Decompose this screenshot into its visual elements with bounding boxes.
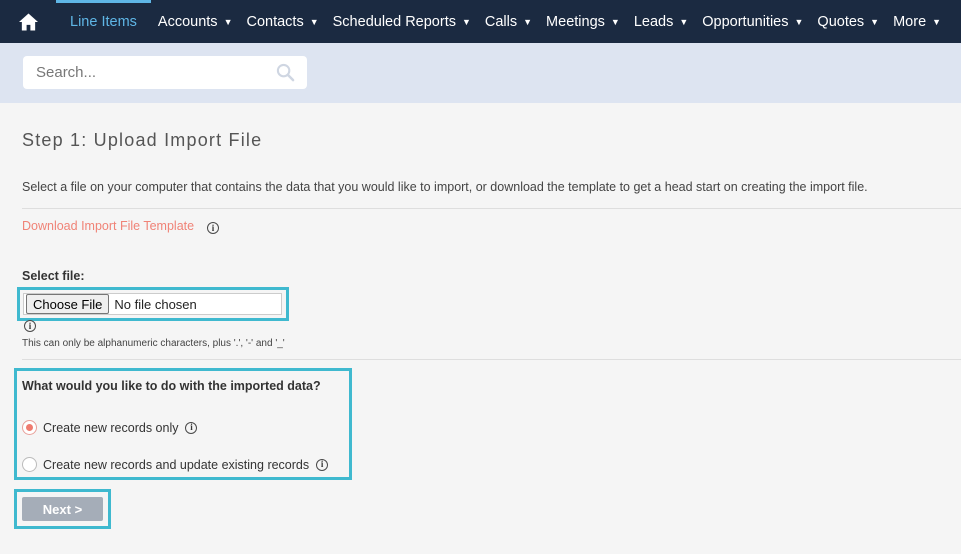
chevron-down-icon: ▼ [870, 16, 880, 27]
file-picker-highlight: Choose File No file chosen [17, 287, 289, 321]
top-navigation: Line Items Accounts ▼ Contacts ▼ Schedul… [0, 0, 961, 43]
import-question: What would you like to do with the impor… [22, 379, 321, 393]
download-template-link[interactable]: Download Import File Template [22, 219, 194, 233]
chevron-down-icon: ▼ [794, 16, 804, 27]
nav-item-label: Accounts [157, 13, 218, 30]
search-input[interactable] [23, 64, 263, 81]
file-input: Choose File No file chosen [23, 293, 282, 315]
chevron-down-icon: ▼ [461, 16, 471, 27]
search-bar-area [0, 43, 961, 103]
radio-create-only[interactable]: Create new records only i [22, 420, 198, 435]
search-box [23, 56, 307, 89]
info-icon[interactable]: i [207, 222, 219, 234]
select-file-label: Select file: [22, 269, 85, 283]
nav-item-label: Opportunities [702, 13, 789, 30]
nav-item-line-items[interactable]: Line Items [56, 0, 151, 43]
nav-item-meetings[interactable]: Meetings ▼ [539, 0, 627, 43]
radio-create-and-update[interactable]: Create new records and update existing r… [22, 457, 329, 472]
nav-item-label: Line Items [70, 13, 137, 30]
nav-item-opportunities[interactable]: Opportunities ▼ [695, 0, 810, 43]
divider [22, 208, 961, 209]
nav-item-label: More [893, 13, 927, 30]
radio-button[interactable] [22, 457, 37, 472]
chevron-down-icon: ▼ [523, 16, 533, 27]
next-button[interactable]: Next > [22, 497, 103, 521]
chevron-down-icon: ▼ [932, 16, 942, 27]
nav-item-contacts[interactable]: Contacts ▼ [239, 0, 325, 43]
nav-item-accounts[interactable]: Accounts ▼ [151, 0, 240, 43]
nav-item-label: Quotes [817, 13, 865, 30]
import-step-panel: Step 1: Upload Import File Select a file… [0, 103, 961, 554]
nav-item-quotes[interactable]: Quotes ▼ [810, 0, 886, 43]
nav-item-label: Calls [484, 13, 518, 30]
nav-item-leads[interactable]: Leads ▼ [627, 0, 695, 43]
info-icon[interactable]: i [185, 421, 198, 434]
chevron-down-icon: ▼ [309, 16, 319, 27]
home-button[interactable] [0, 0, 56, 43]
nav-item-label: Leads [633, 13, 674, 30]
import-options-highlight: What would you like to do with the impor… [14, 368, 352, 480]
search-icon[interactable] [276, 63, 295, 82]
radio-button-selected[interactable] [22, 420, 37, 435]
chevron-down-icon: ▼ [610, 16, 620, 27]
nav-item-label: Scheduled Reports [332, 13, 456, 30]
home-icon [18, 12, 38, 31]
divider [22, 359, 961, 360]
nav-item-label: Meetings [546, 13, 605, 30]
page-title: Step 1: Upload Import File [22, 130, 263, 150]
info-icon[interactable]: i [316, 458, 329, 471]
nav-item-calls[interactable]: Calls ▼ [478, 0, 539, 43]
nav-item-more[interactable]: More ▼ [886, 0, 948, 43]
radio-label: Create new records only [43, 420, 179, 435]
nav-item-label: Contacts [246, 13, 304, 30]
chevron-down-icon: ▼ [223, 16, 233, 27]
file-name-hint: This can only be alphanumeric characters… [22, 338, 285, 349]
info-icon[interactable]: i [24, 320, 36, 332]
next-button-highlight: Next > [14, 489, 111, 529]
file-status: No file chosen [114, 296, 197, 312]
choose-file-button[interactable]: Choose File [26, 294, 110, 314]
step-description: Select a file on your computer that cont… [22, 180, 868, 194]
radio-label: Create new records and update existing r… [43, 457, 310, 472]
chevron-down-icon: ▼ [679, 16, 689, 27]
nav-item-scheduled-reports[interactable]: Scheduled Reports ▼ [326, 0, 478, 43]
